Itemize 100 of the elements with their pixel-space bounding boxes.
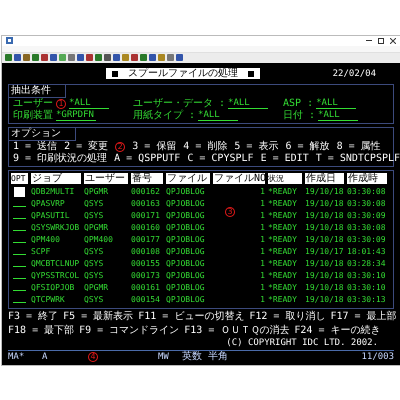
table-cell-text: *READY: [268, 222, 298, 234]
status-text: 英数 半角: [182, 350, 228, 362]
table-cell-text: SCPF: [31, 246, 52, 258]
table-cell-text: QPJOBLOG: [166, 270, 206, 282]
table-cell-text: QPJOBLOG: [166, 246, 206, 258]
filter-field[interactable]: *ALL: [228, 98, 268, 109]
table-cell-text: QPJOBLOG: [166, 222, 206, 234]
table-cell-text: QSYS: [84, 210, 104, 222]
table-cell: 03:30:08: [347, 198, 387, 210]
option-text: 3 = 保留: [132, 140, 176, 152]
table-cell-text: *READY: [268, 186, 298, 198]
table-cell: 19/10/17: [305, 246, 344, 258]
option-text: A = QSPPUTF: [114, 152, 180, 164]
table-cell-text: 000162: [131, 186, 161, 198]
function-key-label: F5 = 最新表示: [63, 310, 134, 322]
option-text: C = CPYSPLF: [187, 152, 254, 164]
table-cell-text: QPJOBLOG: [166, 186, 206, 198]
table-cell-text: QYPSSTRCOL: [31, 270, 80, 282]
table-cell-text: QPJOBLOG: [166, 234, 206, 246]
table-cell-text: QPJOBLOG: [166, 282, 206, 294]
filter-field[interactable]: *ALL: [318, 110, 358, 121]
column-header: 番号: [131, 172, 163, 184]
callout-marker: 2: [115, 142, 126, 152]
table-cell-text: 000161: [131, 282, 161, 294]
table-cell: 1: [260, 198, 265, 210]
column-header: OPT: [11, 172, 28, 184]
filter-field[interactable]: *ALL: [198, 110, 238, 121]
table-cell-text: QSYS: [84, 198, 104, 210]
column-header: 状況: [268, 172, 302, 184]
callout-marker: 4: [88, 352, 98, 362]
table-cell: 19/10/18: [305, 222, 344, 234]
table-cell: 03:30:09: [347, 210, 387, 222]
date-text: 22/02/04: [332, 68, 376, 80]
function-key-label: F18 = 最下部: [8, 324, 74, 336]
callout-marker: 1: [56, 98, 66, 108]
table-cell-text: *READY: [268, 270, 298, 282]
column-header: ジョブ: [31, 172, 81, 184]
table-cell-text: QPJOBLOG: [166, 294, 206, 306]
status-text: 11/003: [361, 350, 394, 362]
function-key-label: F3 = 終了: [8, 310, 58, 322]
table-cell: 1: [260, 186, 265, 198]
option-text: 6 = 解放: [285, 140, 330, 152]
table-cell-text: *READY: [268, 210, 298, 222]
square-icon: [248, 70, 254, 76]
copyright-text: (C) COPYRIGHT IDC LTD. 2002.: [226, 336, 378, 348]
function-key-label: F12 = 取り消し: [249, 310, 326, 322]
filter-label: ユーザー: [13, 98, 53, 110]
table-cell-text: 000154: [131, 294, 161, 306]
table-cell: 19/10/18: [305, 186, 344, 198]
function-key-label: F24 = キーの続き: [294, 324, 380, 336]
table-cell-text: *READY: [268, 294, 298, 306]
table-cell-text: 000108: [131, 246, 161, 258]
table-cell: 03:30:10: [347, 282, 387, 294]
table-cell-text: QPJOBLOG: [166, 210, 206, 222]
table-cell: 19/10/18: [305, 198, 344, 210]
maximize-icon[interactable]: [378, 38, 384, 44]
table-cell-text: QPM400: [84, 234, 114, 246]
filter-field[interactable]: *ALL: [69, 98, 109, 109]
filter-label: 印刷装置: [13, 110, 53, 122]
table-cell: 1: [260, 222, 265, 234]
table-cell-text: QSYS: [84, 294, 104, 306]
table-cell: 1: [260, 258, 265, 270]
minimize-icon[interactable]: [366, 37, 372, 44]
option-field[interactable]: [14, 186, 25, 196]
callout-marker: 3: [225, 206, 235, 216]
table-cell-text: QDB2MULTI: [31, 186, 76, 198]
function-key-label: F11 = ビューの切替え: [138, 310, 244, 322]
table-cell-text: QPGMR: [84, 222, 110, 234]
table-cell: 03:30:10: [347, 270, 387, 282]
table-cell-text: QSYS: [84, 258, 104, 270]
table-cell: 1: [260, 282, 265, 294]
filter-field[interactable]: *ALL: [316, 98, 356, 109]
table-cell: 18:01:43: [347, 246, 387, 258]
column-header: ファイルNO: [213, 172, 265, 184]
screen-title: スプールファイルの処理: [128, 68, 238, 79]
table-cell-text: 000155: [131, 258, 161, 270]
table-cell-text: *READY: [268, 234, 298, 246]
close-icon[interactable]: [390, 38, 396, 44]
option-text: 9 = 印刷状況の処理: [13, 152, 108, 164]
table-cell: 1: [260, 210, 265, 222]
table-cell-text: QPGMR: [84, 282, 110, 294]
filter-label: ASP :: [283, 98, 314, 110]
table-cell-text: *READY: [268, 198, 298, 210]
table-cell-text: QFSIOPJOB: [31, 282, 76, 294]
table-cell-text: QPM400: [31, 234, 61, 246]
table-cell-text: QSYSWRKJOB: [31, 222, 80, 234]
filter-label: 用紙タイプ :: [133, 110, 196, 122]
table-cell: 19/10/18: [305, 234, 344, 246]
panel-label: 抽出条件: [9, 84, 66, 98]
table-cell: 19/10/18: [305, 258, 344, 270]
status-text: MA*: [8, 350, 26, 362]
status-text: MW: [158, 350, 170, 362]
function-key-label: F13 = ＯＵＴＱの消去: [184, 324, 290, 336]
table-cell: 19/10/18: [305, 282, 344, 294]
table-cell: 03:30:13: [347, 294, 387, 306]
filter-field[interactable]: *GRPDFN: [56, 110, 96, 121]
table-cell: 1: [260, 234, 265, 246]
column-header: 作成日: [305, 172, 344, 184]
table-cell-text: QPGMR: [84, 186, 110, 198]
column-header: 作成時: [347, 172, 387, 184]
